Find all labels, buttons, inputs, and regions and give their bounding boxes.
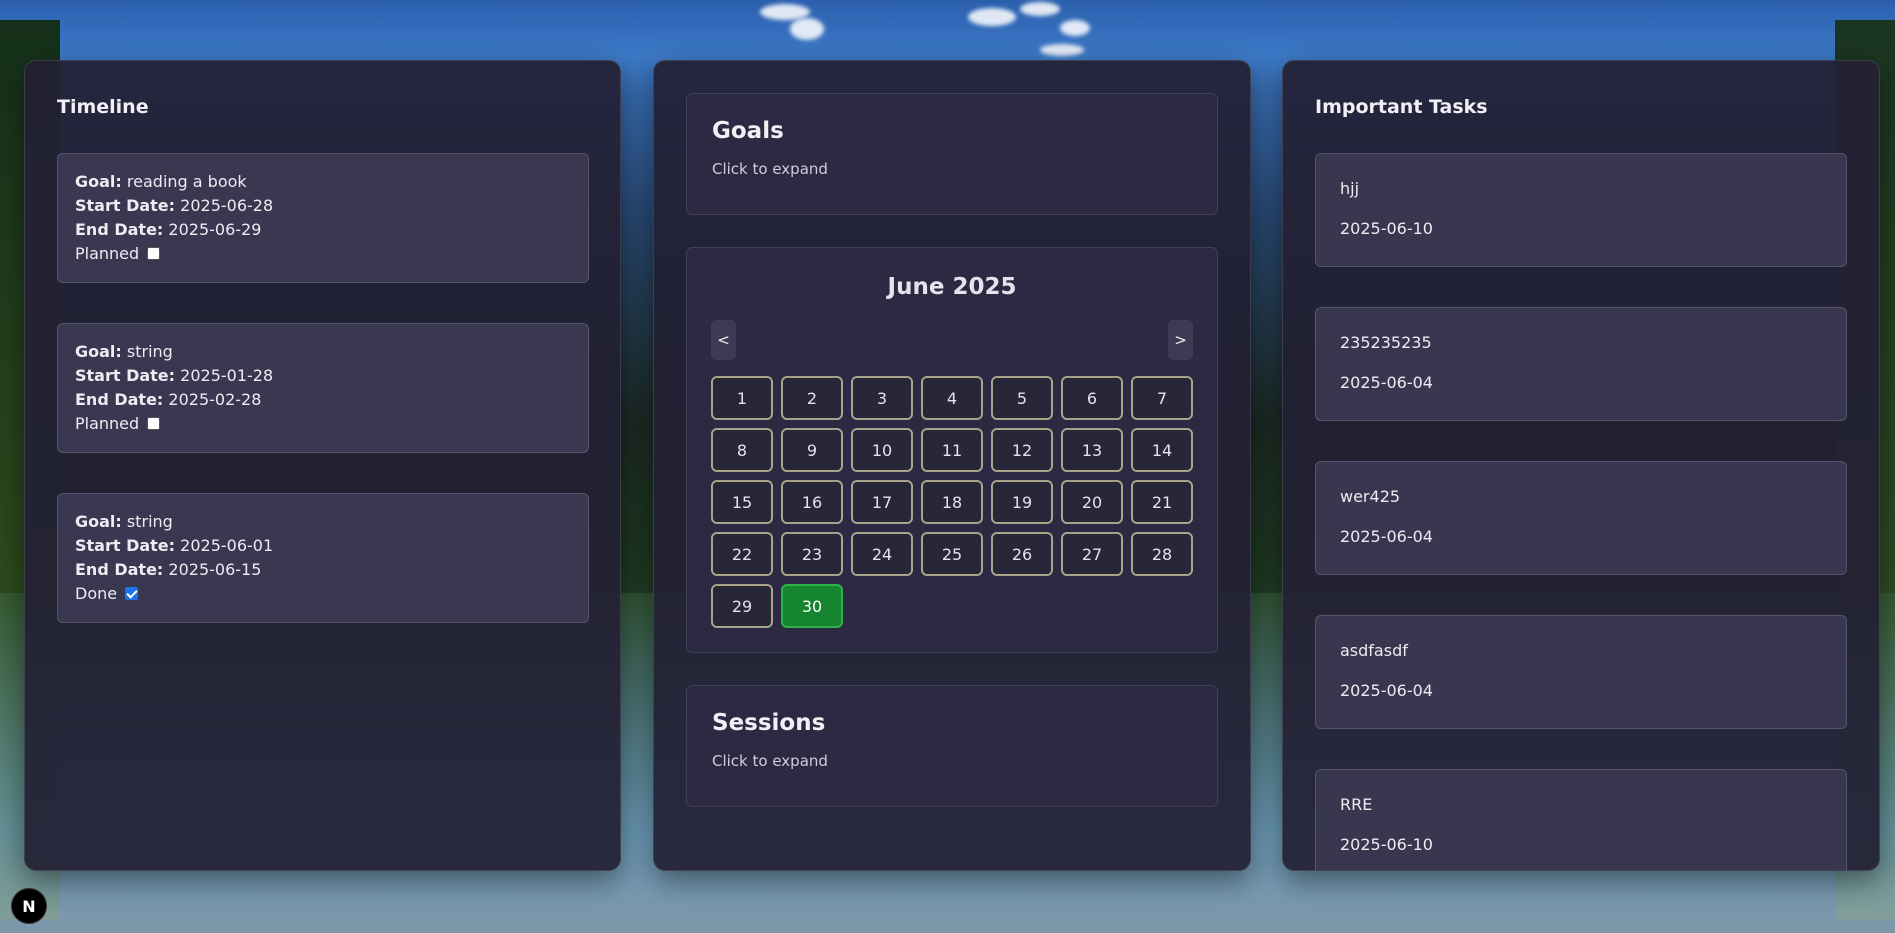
calendar-prev-button[interactable]: < xyxy=(711,320,736,360)
calendar-day[interactable]: 1 xyxy=(711,376,773,420)
calendar-day[interactable]: 12 xyxy=(991,428,1053,472)
calendar-day[interactable]: 25 xyxy=(921,532,983,576)
calendar-day[interactable]: 29 xyxy=(711,584,773,628)
task-name: RRE xyxy=(1340,795,1373,814)
status-label: Planned xyxy=(75,244,140,263)
task-card[interactable]: RRE 2025-06-10 xyxy=(1315,769,1847,870)
calendar-day[interactable]: 10 xyxy=(851,428,913,472)
end-date-label: End Date: xyxy=(75,560,164,579)
start-date-value: 2025-01-28 xyxy=(180,366,274,385)
calendar-day[interactable]: 6 xyxy=(1061,376,1123,420)
calendar-month-label: June 2025 xyxy=(887,274,1017,300)
goal-label: Goal: xyxy=(75,512,122,531)
start-date-value: 2025-06-01 xyxy=(180,536,274,555)
calendar-day[interactable]: 14 xyxy=(1131,428,1193,472)
center-panel: Goals Click to expand June 2025 < > 1234… xyxy=(653,60,1251,871)
status-label: Planned xyxy=(75,414,140,433)
start-date-label: Start Date: xyxy=(75,366,176,385)
task-date: 2025-06-10 xyxy=(1340,219,1433,238)
calendar-day[interactable]: 9 xyxy=(781,428,843,472)
end-date-value: 2025-06-29 xyxy=(168,220,262,239)
goals-section[interactable]: Goals Click to expand xyxy=(686,93,1218,215)
calendar-day-grid: 1 2 3 4 5 6 7 8 9 10 11 12 13 14 15 16 17 18 19 20 21 22 23 24 2… xyxy=(711,376,1194,628)
task-name: hjj xyxy=(1340,179,1360,198)
start-date-label: Start Date: xyxy=(75,536,176,555)
important-tasks-panel: Important Tasks hjj 2025-06-10 235235235… xyxy=(1282,60,1880,871)
goals-title: Goals xyxy=(712,118,784,144)
status-checkbox[interactable] xyxy=(147,247,161,260)
cloud xyxy=(1060,20,1090,36)
calendar-day[interactable]: 16 xyxy=(781,480,843,524)
status-checkbox[interactable] xyxy=(125,587,139,600)
start-date-value: 2025-06-28 xyxy=(180,196,274,215)
end-date-label: End Date: xyxy=(75,220,164,239)
task-date: 2025-06-04 xyxy=(1340,527,1433,546)
sessions-title: Sessions xyxy=(712,710,826,736)
calendar-day[interactable]: 15 xyxy=(711,480,773,524)
task-date: 2025-06-04 xyxy=(1340,373,1433,392)
goal-label: Goal: xyxy=(75,172,122,191)
calendar-day[interactable]: 11 xyxy=(921,428,983,472)
task-name: 235235235 xyxy=(1340,333,1432,352)
calendar-day[interactable]: 23 xyxy=(781,532,843,576)
end-date-label: End Date: xyxy=(75,390,164,409)
status-checkbox[interactable] xyxy=(147,417,161,430)
calendar-day[interactable]: 20 xyxy=(1061,480,1123,524)
task-card[interactable]: wer425 2025-06-04 xyxy=(1315,461,1847,575)
calendar-day[interactable]: 3 xyxy=(851,376,913,420)
end-date-value: 2025-06-15 xyxy=(168,560,262,579)
task-name: asdfasdf xyxy=(1340,641,1408,660)
calendar-day[interactable]: 24 xyxy=(851,532,913,576)
calendar-day[interactable]: 13 xyxy=(1061,428,1123,472)
calendar-day[interactable]: 19 xyxy=(991,480,1053,524)
status-label: Done xyxy=(75,584,118,603)
timeline-panel: Timeline Goal: reading a book Start Date… xyxy=(24,60,621,871)
cloud xyxy=(1040,44,1084,56)
sessions-section[interactable]: Sessions Click to expand xyxy=(686,685,1218,807)
cloud xyxy=(1020,2,1060,16)
goal-value: string xyxy=(126,342,173,361)
goal-label: Goal: xyxy=(75,342,122,361)
calendar-day[interactable]: 28 xyxy=(1131,532,1193,576)
calendar-day[interactable]: 26 xyxy=(991,532,1053,576)
timeline-card: Goal: string Start Date: 2025-06-01 End … xyxy=(57,493,589,623)
calendar-next-button[interactable]: > xyxy=(1168,320,1193,360)
goal-value: string xyxy=(126,512,173,531)
task-name: wer425 xyxy=(1340,487,1401,506)
end-date-value: 2025-02-28 xyxy=(168,390,262,409)
sessions-expand-hint: Click to expand xyxy=(712,752,828,770)
start-date-label: Start Date: xyxy=(75,196,176,215)
task-card[interactable]: asdfasdf 2025-06-04 xyxy=(1315,615,1847,729)
calendar-day-today[interactable]: 30 xyxy=(781,584,843,628)
calendar-day[interactable]: 4 xyxy=(921,376,983,420)
calendar-day[interactable]: 7 xyxy=(1131,376,1193,420)
calendar-day[interactable]: 21 xyxy=(1131,480,1193,524)
goal-value: reading a book xyxy=(126,172,247,191)
cloud xyxy=(968,8,1016,26)
calendar-day[interactable]: 18 xyxy=(921,480,983,524)
important-tasks-title: Important Tasks xyxy=(1315,96,1488,118)
goals-expand-hint: Click to expand xyxy=(712,160,828,178)
timeline-card: Goal: reading a book Start Date: 2025-06… xyxy=(57,153,589,283)
timeline-card: Goal: string Start Date: 2025-01-28 End … xyxy=(57,323,589,453)
timeline-title: Timeline xyxy=(57,96,149,118)
calendar-day[interactable]: 5 xyxy=(991,376,1053,420)
nextjs-dev-badge[interactable]: N xyxy=(11,888,47,924)
cloud xyxy=(790,18,824,40)
task-date: 2025-06-10 xyxy=(1340,835,1433,854)
calendar-day[interactable]: 22 xyxy=(711,532,773,576)
calendar: June 2025 < > 1 2 3 4 5 6 7 8 9 10 11 12 13 14 15 16 17 1… xyxy=(686,247,1218,653)
calendar-day[interactable]: 8 xyxy=(711,428,773,472)
task-card[interactable]: hjj 2025-06-10 xyxy=(1315,153,1847,267)
calendar-day[interactable]: 17 xyxy=(851,480,913,524)
calendar-day[interactable]: 27 xyxy=(1061,532,1123,576)
task-date: 2025-06-04 xyxy=(1340,681,1433,700)
task-card[interactable]: 235235235 2025-06-04 xyxy=(1315,307,1847,421)
calendar-day[interactable]: 2 xyxy=(781,376,843,420)
